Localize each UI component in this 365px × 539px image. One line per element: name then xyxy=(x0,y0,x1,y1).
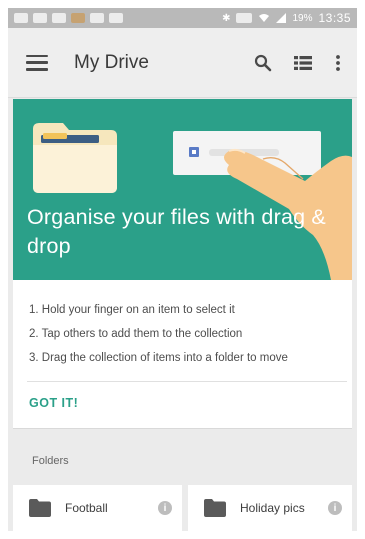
folder-name: Football xyxy=(65,501,108,515)
drag-drop-promo-banner: Organise your files with drag & drop xyxy=(13,99,352,280)
folder-icon xyxy=(29,499,51,517)
message-icon xyxy=(14,13,28,23)
twitter-icon xyxy=(52,13,66,23)
app-bar-actions xyxy=(243,43,357,83)
gallery-icon xyxy=(90,13,104,23)
search-icon xyxy=(254,54,272,71)
instruction-step: 3. Drag the collection of items into a f… xyxy=(29,352,288,364)
list-view-button[interactable] xyxy=(283,43,323,83)
wifi-icon xyxy=(259,14,270,22)
notification-icons xyxy=(14,13,123,23)
folder-tile-football[interactable]: Football i xyxy=(13,485,182,531)
image-icon xyxy=(109,13,123,23)
system-icons: ✱ 19% 13:35 xyxy=(222,11,351,25)
battery-percent: 19% xyxy=(292,12,313,24)
folder-icon xyxy=(204,499,226,517)
more-options-button[interactable] xyxy=(323,43,353,83)
promo-headline: Organise your files with drag & drop xyxy=(27,205,326,258)
nfc-icon xyxy=(236,13,253,23)
phone-screen: ✱ 19% 13:35 My Drive Organise your files… xyxy=(8,8,357,531)
folder-illustration-icon xyxy=(33,123,117,193)
card-divider xyxy=(27,381,347,382)
instructions-card: 1. Hold your finger on an item to select… xyxy=(13,280,352,429)
instruction-steps: 1. Hold your finger on an item to select… xyxy=(29,298,288,370)
menu-icon[interactable] xyxy=(26,54,48,71)
info-icon[interactable]: i xyxy=(328,501,342,515)
app-icon xyxy=(71,13,85,23)
notification-icon xyxy=(33,13,47,23)
got-it-button[interactable]: GOT IT! xyxy=(29,396,78,410)
app-bar: My Drive xyxy=(8,28,357,98)
signal-icon xyxy=(276,13,287,23)
instruction-step: 1. Hold your finger on an item to select… xyxy=(29,304,235,316)
search-button[interactable] xyxy=(243,43,283,83)
status-bar: ✱ 19% 13:35 xyxy=(8,8,357,28)
folders-section-header: Folders xyxy=(32,455,69,467)
more-vert-icon xyxy=(336,54,340,71)
instruction-step: 2. Tap others to add them to the collect… xyxy=(29,328,243,340)
folder-name: Holiday pics xyxy=(240,501,305,515)
info-icon[interactable]: i xyxy=(158,501,172,515)
list-view-icon xyxy=(294,55,312,70)
folder-tile-holiday-pics[interactable]: Holiday pics i xyxy=(188,485,352,531)
bluetooth-icon: ✱ xyxy=(222,12,231,24)
page-title: My Drive xyxy=(74,51,149,73)
clock: 13:35 xyxy=(318,11,351,25)
